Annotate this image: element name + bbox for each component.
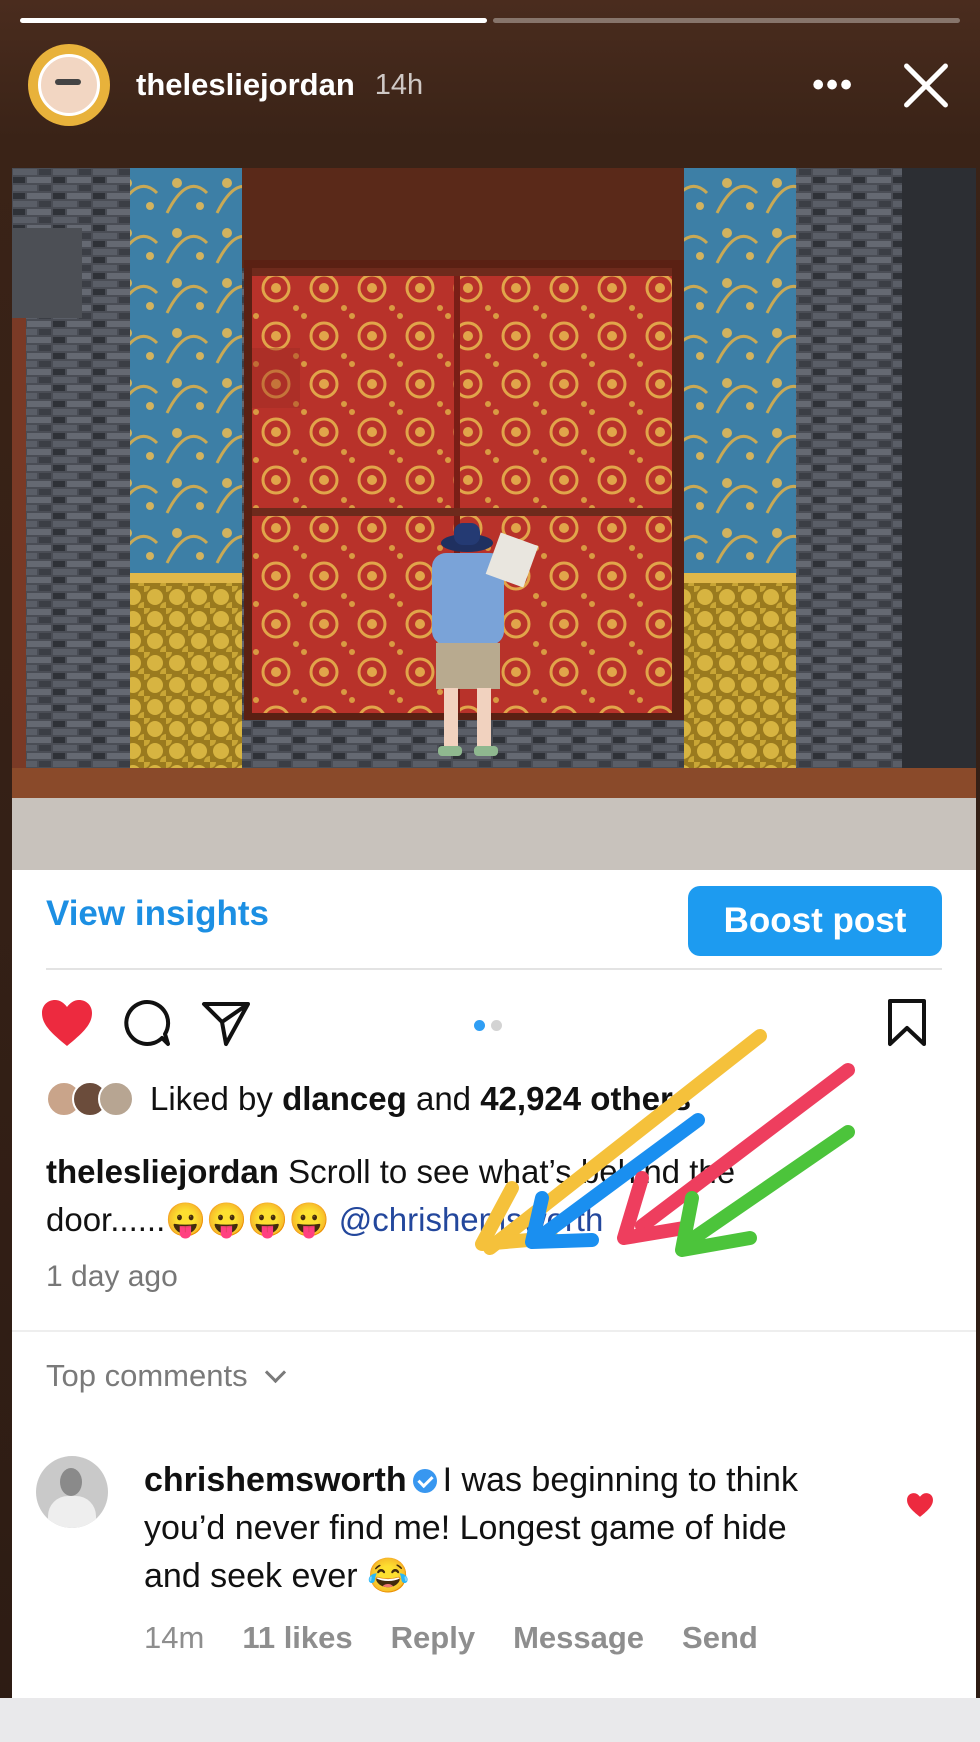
caption-mention[interactable]: @chrishemsworth bbox=[339, 1201, 604, 1238]
more-dots-icon[interactable]: ••• bbox=[812, 68, 854, 102]
top-comments-header[interactable]: Top comments bbox=[46, 1358, 286, 1394]
message-button[interactable]: Message bbox=[513, 1620, 644, 1656]
boost-post-button[interactable]: Boost post bbox=[688, 886, 942, 956]
caption-username[interactable]: thelesliejordan bbox=[46, 1153, 279, 1190]
verified-badge-icon bbox=[412, 1469, 437, 1493]
likes-user[interactable]: dlanceg bbox=[282, 1080, 407, 1118]
progress-segment bbox=[20, 18, 487, 23]
close-icon[interactable] bbox=[900, 59, 952, 111]
divider bbox=[46, 968, 942, 970]
likes-summary[interactable]: Liked by dlanceg and 42,924 others bbox=[46, 1080, 691, 1118]
insights-row: View insights Boost post bbox=[12, 870, 976, 980]
carousel-dot bbox=[491, 1020, 502, 1031]
post-image-art bbox=[12, 168, 976, 870]
commenter-avatar[interactable] bbox=[36, 1456, 108, 1528]
likes-prefix: Liked by bbox=[150, 1080, 273, 1117]
likes-conj: and bbox=[415, 1080, 472, 1117]
send-button[interactable]: Send bbox=[682, 1620, 758, 1656]
comment-heart-icon[interactable] bbox=[906, 1492, 934, 1518]
top-comments-label: Top comments bbox=[46, 1358, 248, 1393]
shared-post-card: View insights Boost post Liked by dlance… bbox=[12, 168, 976, 1698]
story-username[interactable]: thelesliejordan bbox=[136, 67, 355, 103]
send-icon[interactable] bbox=[200, 998, 252, 1048]
post-photo[interactable] bbox=[12, 168, 976, 870]
view-insights-link[interactable]: View insights bbox=[46, 894, 269, 934]
bookmark-icon[interactable] bbox=[886, 998, 928, 1048]
story-time: 14h bbox=[374, 68, 424, 101]
comment-time: 14m bbox=[144, 1620, 205, 1655]
carousel-dot bbox=[474, 1020, 485, 1031]
caption-text-line2: door......😛😛😛😛 bbox=[46, 1201, 330, 1238]
post-actions bbox=[12, 990, 976, 1062]
avatar[interactable] bbox=[28, 44, 110, 126]
bottom-strip bbox=[0, 1698, 980, 1742]
heart-filled-icon[interactable] bbox=[40, 998, 94, 1048]
reply-button[interactable]: Reply bbox=[391, 1620, 475, 1656]
liker-avatars bbox=[46, 1081, 134, 1117]
commenter-username[interactable]: chrishemsworth bbox=[144, 1461, 407, 1499]
comment-likes[interactable]: 11 likes bbox=[242, 1620, 352, 1656]
comment-icon[interactable] bbox=[122, 998, 172, 1048]
story-header: thelesliejordan 14h ••• bbox=[28, 40, 952, 130]
caption-text: Scroll to see what’s behind the bbox=[288, 1153, 736, 1190]
carousel-dots bbox=[474, 1020, 502, 1031]
comment-meta: 14m 11 likes Reply Message Send bbox=[144, 1620, 758, 1656]
likes-count[interactable]: 42,924 others bbox=[480, 1080, 691, 1118]
comment-body: chrishemsworth I was beginning to think y… bbox=[144, 1456, 844, 1600]
post-caption: thelesliejordan Scroll to see what’s beh… bbox=[46, 1148, 926, 1244]
chevron-down-icon bbox=[264, 1361, 286, 1383]
post-timestamp: 1 day ago bbox=[46, 1260, 178, 1293]
divider bbox=[12, 1330, 976, 1332]
progress-segment bbox=[493, 18, 960, 23]
story-progress bbox=[20, 18, 960, 23]
